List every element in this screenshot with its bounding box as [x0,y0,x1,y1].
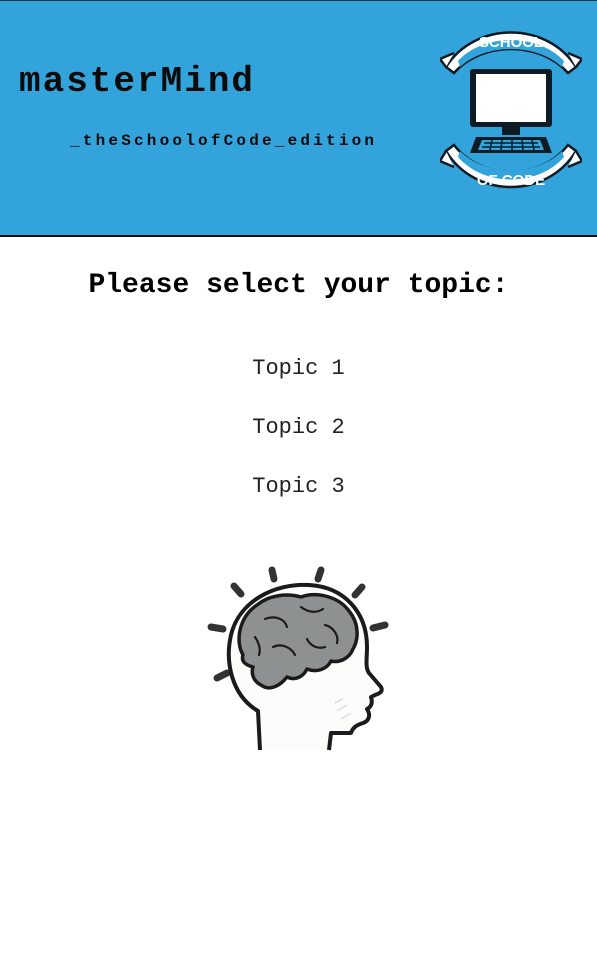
logo-text-top: SCHOOL [479,34,543,51]
header-banner: masterMind _theSchoolofCode_edition SCHO… [0,0,597,237]
app-subtitle: _theSchoolofCode_edition [70,132,378,150]
topic-prompt: Please select your topic: [88,270,509,301]
topic-option-2[interactable]: Topic 2 [0,411,597,470]
logo-text-bottom: OF CODE [477,172,545,189]
topic-option-3[interactable]: Topic 3 [0,470,597,529]
school-of-code-logo: SCHOOL OF CODE [440,31,582,189]
brain-head-icon [207,566,389,751]
topic-option-1[interactable]: Topic 1 [0,352,597,411]
topic-list: Topic 1 Topic 2 Topic 3 [0,352,597,529]
app-title: masterMind [19,61,256,102]
